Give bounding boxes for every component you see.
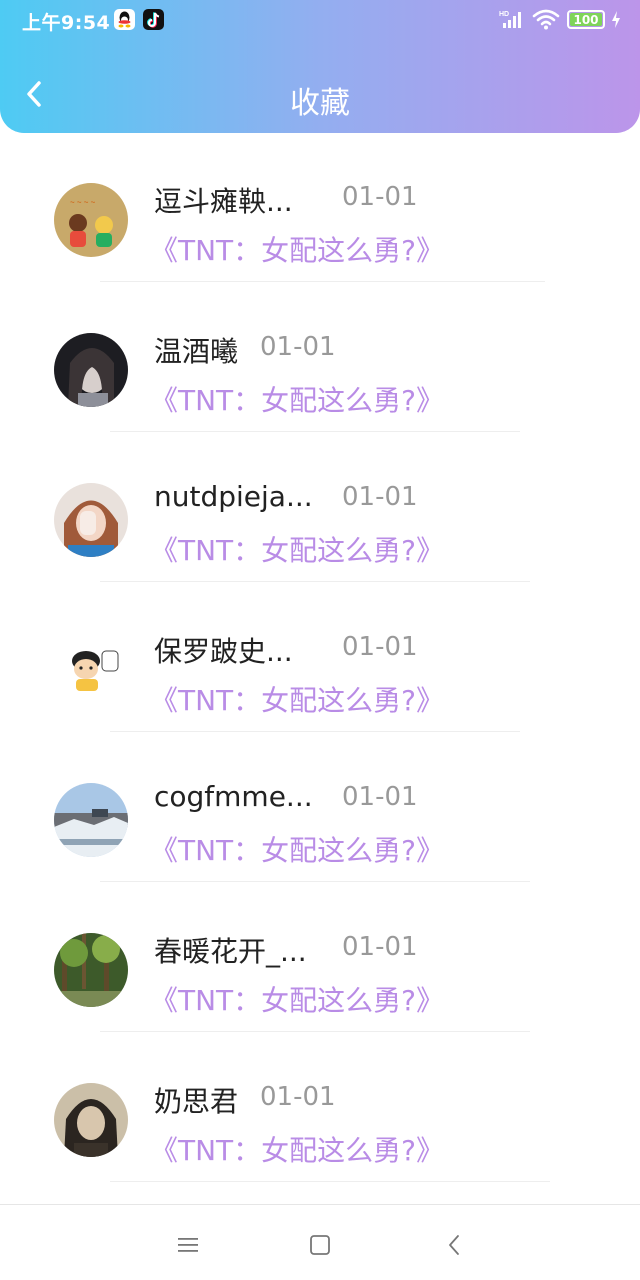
home-button[interactable] <box>302 1227 338 1263</box>
date: 01-01 <box>342 482 418 512</box>
user-name: 保罗跛史... <box>154 635 293 668</box>
date: 01-01 <box>260 1082 336 1112</box>
battery-level: 100 <box>573 12 599 27</box>
list-item[interactable]: 保罗跛史... 01-01 《TNT：女配这么勇?》 <box>0 600 640 750</box>
user-name: 春暖花开_... <box>154 935 307 968</box>
signal-icon: HD <box>499 9 525 29</box>
favorites-list: ~ ~ ~ ~ 逗斗瘫鞅... 01-01 《TNT：女配这么勇?》 温酒曦 0… <box>0 150 640 1200</box>
nav-back-button[interactable] <box>436 1227 472 1263</box>
divider <box>100 581 530 582</box>
divider <box>100 881 530 882</box>
divider <box>100 281 545 282</box>
work-title: 《TNT：女配这么勇?》 <box>150 234 445 267</box>
list-item[interactable]: cogfmme... 01-01 《TNT：女配这么勇?》 <box>0 750 640 900</box>
user-name: 温酒曦 <box>154 335 239 368</box>
list-item[interactable]: 春暖花开_... 01-01 《TNT：女配这么勇?》 <box>0 900 640 1050</box>
battery-indicator: 100 <box>567 10 605 29</box>
status-time: 上午9:54 <box>22 12 111 34</box>
list-item[interactable]: 奶思君 01-01 《TNT：女配这么勇?》 <box>0 1050 640 1200</box>
page-title: 收藏 <box>290 86 350 121</box>
avatar <box>54 783 128 857</box>
avatar: ~ ~ ~ ~ <box>54 183 128 257</box>
network-label: HD <box>499 11 509 18</box>
avatar <box>54 633 128 707</box>
square-icon <box>310 1235 330 1255</box>
divider <box>110 1181 550 1182</box>
tiktok-icon <box>143 9 164 30</box>
navigation-bar <box>0 1204 640 1280</box>
work-title: 《TNT：女配这么勇?》 <box>150 384 445 417</box>
date: 01-01 <box>342 782 418 812</box>
list-item[interactable]: nutdpieja... 01-01 《TNT：女配这么勇?》 <box>0 450 640 600</box>
back-arrow-icon <box>449 1235 459 1255</box>
charging-icon <box>610 10 622 29</box>
list-item[interactable]: ~ ~ ~ ~ 逗斗瘫鞅... 01-01 《TNT：女配这么勇?》 <box>0 150 640 300</box>
work-title: 《TNT：女配这么勇?》 <box>150 834 445 867</box>
menu-icon <box>178 1238 198 1252</box>
date: 01-01 <box>342 932 418 962</box>
work-title: 《TNT：女配这么勇?》 <box>150 984 445 1017</box>
avatar <box>54 483 128 557</box>
date: 01-01 <box>342 632 418 662</box>
user-name: 奶思君 <box>154 1085 239 1118</box>
work-title: 《TNT：女配这么勇?》 <box>150 1134 445 1167</box>
qq-icon <box>114 9 135 30</box>
work-title: 《TNT：女配这么勇?》 <box>150 534 445 567</box>
status-bar: 上午9:54 HD 100 <box>0 0 640 40</box>
divider <box>110 731 520 732</box>
divider <box>110 431 520 432</box>
menu-button[interactable] <box>170 1227 206 1263</box>
list-item[interactable]: 温酒曦 01-01 《TNT：女配这么勇?》 <box>0 300 640 450</box>
avatar <box>54 333 128 407</box>
avatar <box>54 1083 128 1157</box>
user-name: nutdpieja... <box>154 480 313 513</box>
divider <box>100 1031 530 1032</box>
date: 01-01 <box>260 332 336 362</box>
user-name: 逗斗瘫鞅... <box>154 185 293 218</box>
date: 01-01 <box>342 182 418 212</box>
wifi-icon <box>532 9 560 30</box>
user-name: cogfmme... <box>154 780 313 813</box>
work-title: 《TNT：女配这么勇?》 <box>150 684 445 717</box>
header: 上午9:54 HD 100 收藏 <box>0 0 640 133</box>
svg-text:~ ~ ~ ~: ~ ~ ~ ~ <box>70 198 96 207</box>
avatar <box>54 933 128 1007</box>
